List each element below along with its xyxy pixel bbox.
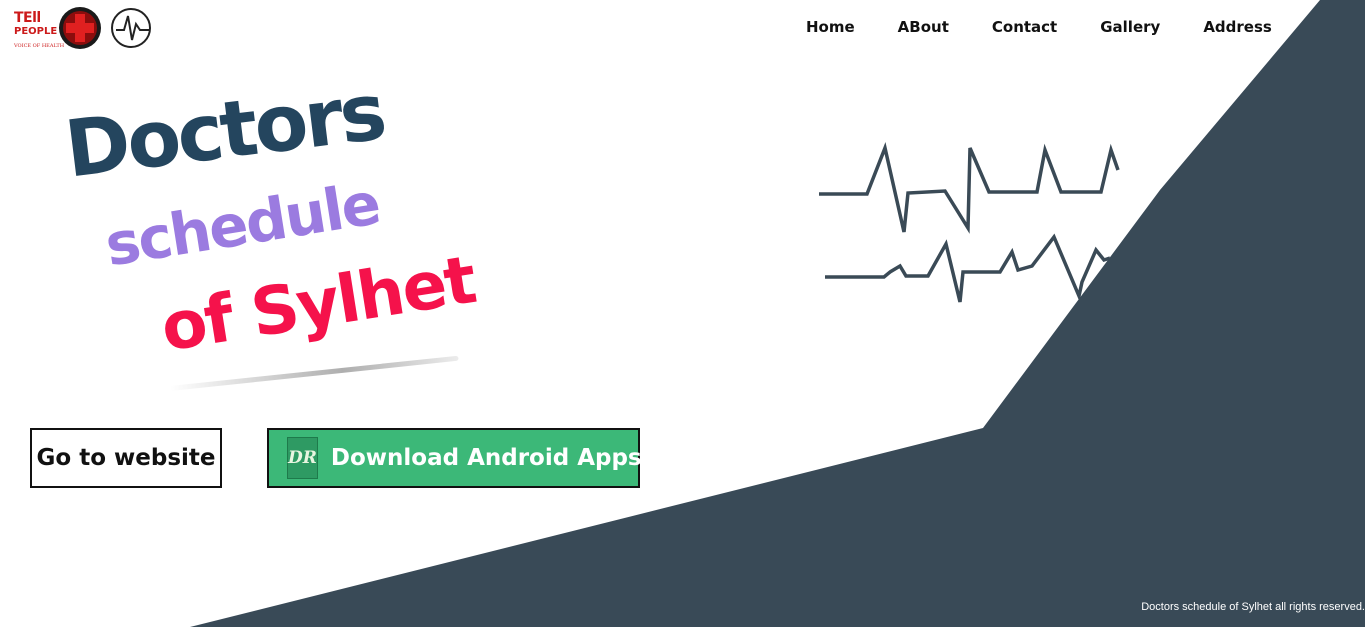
logo-text-tell: TEll [14, 10, 41, 26]
footer-copyright: Doctors schedule of Sylhet all rights re… [1141, 601, 1365, 613]
nav-contact[interactable]: Contact [992, 18, 1057, 36]
heartbeat-icon [111, 8, 151, 48]
nav-home[interactable]: Home [806, 18, 855, 36]
hero-underline [169, 355, 459, 391]
dr-app-icon: DR [287, 437, 318, 479]
nav-gallery[interactable]: Gallery [1100, 18, 1160, 36]
hero-title: Doctors schedule of Sylhet [61, 67, 486, 400]
download-android-apps-button[interactable]: DR Download Android Apps [267, 428, 642, 488]
ekg-line-bottom [825, 233, 1111, 303]
main-nav: Home ABout Contact Gallery Address [806, 18, 1315, 36]
nav-about[interactable]: ABout [898, 18, 949, 36]
logo-text-people: PEOPLE [14, 26, 58, 37]
download-android-apps-label: Download Android Apps [330, 445, 642, 471]
red-cross-icon [59, 7, 101, 49]
ekg-heartbeat-graphic [819, 142, 1120, 303]
nav-address[interactable]: Address [1203, 18, 1272, 36]
ekg-line-top [819, 142, 1120, 234]
site-logo[interactable]: TEll PEOPLE VOICE OF HEALTH [12, 4, 154, 54]
go-to-website-button[interactable]: Go to website [30, 428, 222, 488]
